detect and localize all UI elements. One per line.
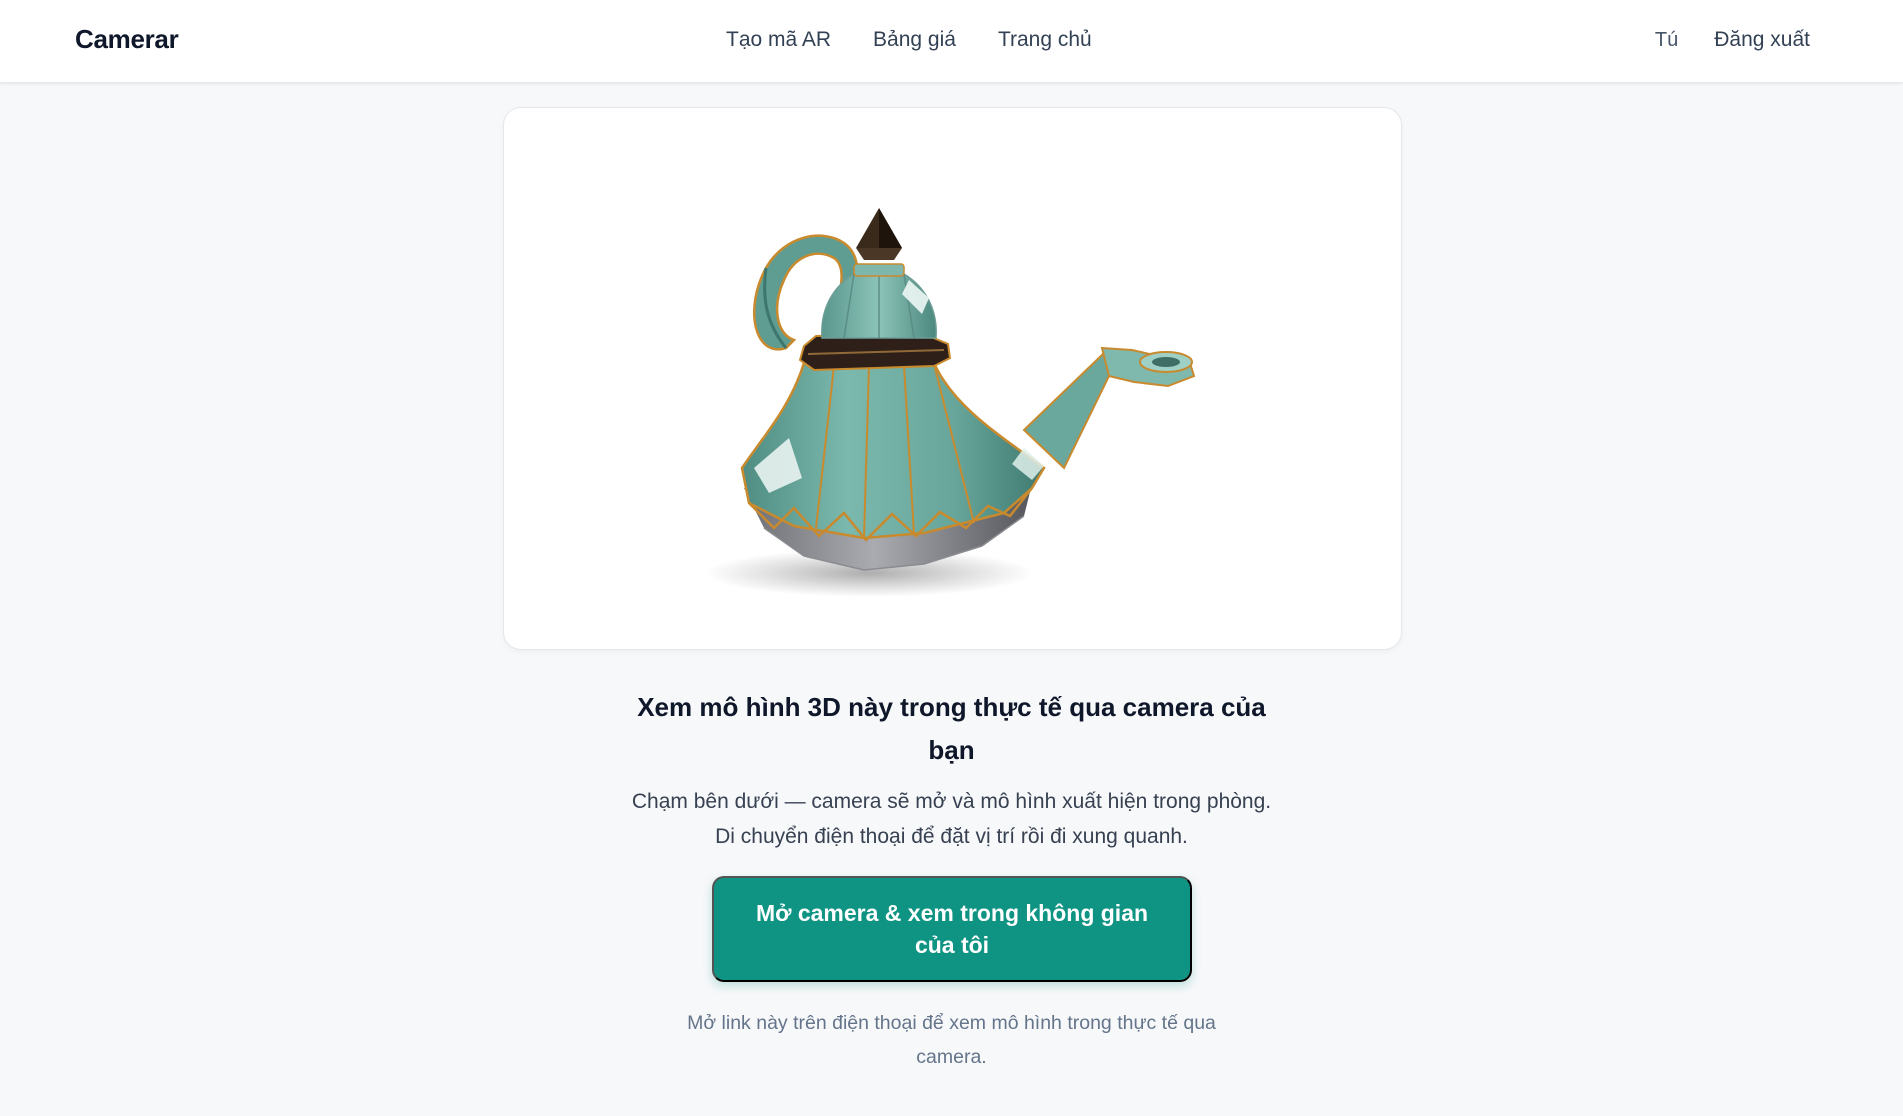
- top-navigation-bar: Camerar Tạo mã AR Bảng giá Trang chủ Tú …: [0, 0, 1903, 83]
- main-nav: Tạo mã AR Bảng giá Trang chủ: [726, 28, 1092, 52]
- teapot-model-icon: [704, 208, 1196, 597]
- nav-link-create-ar[interactable]: Tạo mã AR: [726, 28, 831, 52]
- page-headline: Xem mô hình 3D này trong thực tế qua cam…: [637, 692, 1266, 765]
- user-name[interactable]: Tú: [1655, 29, 1678, 52]
- instructions-text: Chạm bên dưới — camera sẽ mở và mô hình …: [631, 790, 1272, 848]
- 3d-model-viewer[interactable]: [503, 107, 1402, 650]
- brand-logo[interactable]: Camerar: [75, 24, 179, 55]
- logout-link[interactable]: Đăng xuất: [1714, 28, 1810, 52]
- mobile-hint-text: Mở link này trên điện thoại để xem mô hì…: [687, 1012, 1216, 1068]
- open-camera-ar-button[interactable]: Mở camera & xem trong không gian của tôi: [712, 876, 1192, 982]
- user-menu: Tú Đăng xuất: [1655, 28, 1810, 52]
- nav-link-pricing[interactable]: Bảng giá: [873, 28, 956, 52]
- nav-link-home[interactable]: Trang chủ: [998, 28, 1092, 52]
